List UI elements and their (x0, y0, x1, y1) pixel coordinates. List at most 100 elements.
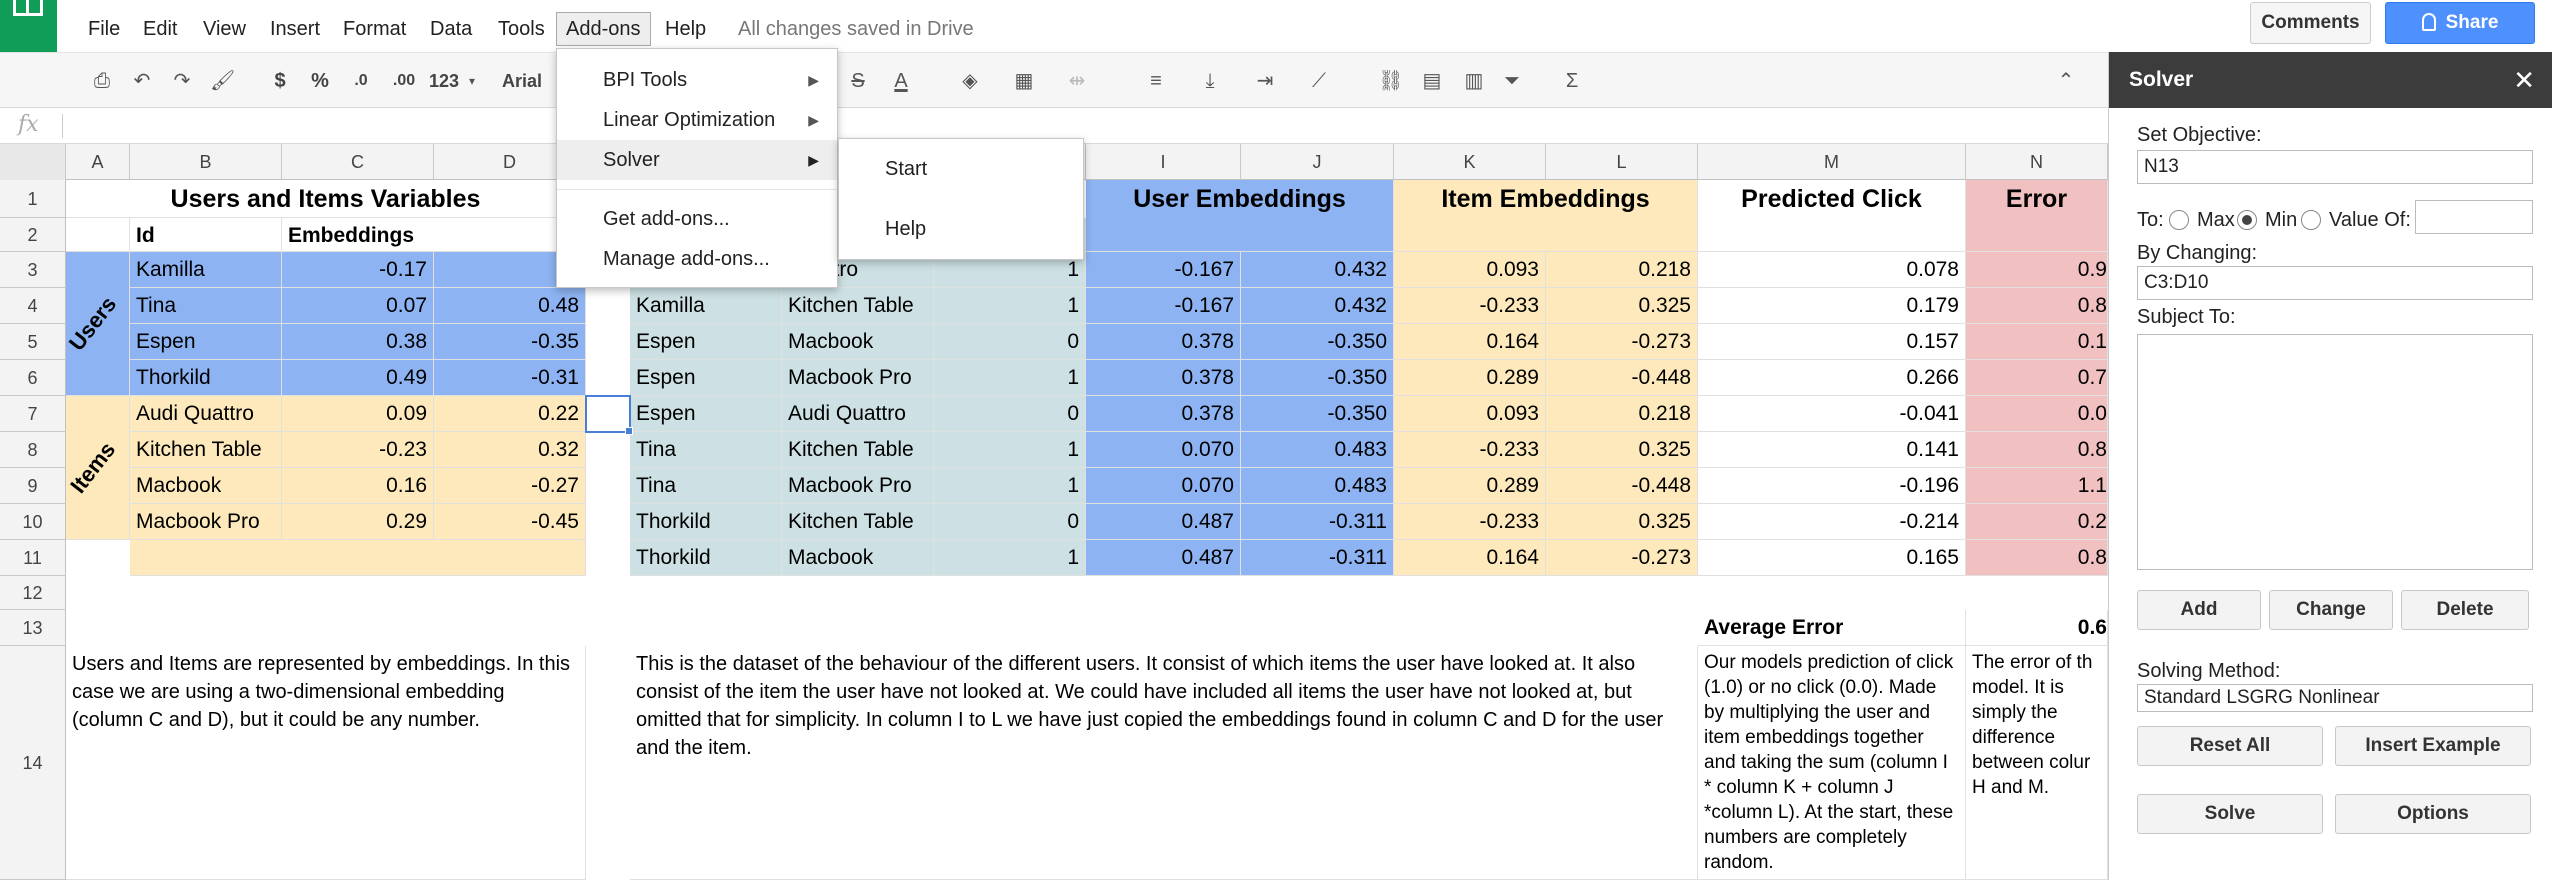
user-cell[interactable]: Thorkild (630, 540, 782, 576)
column-header[interactable]: C (282, 144, 434, 180)
item-embedding-l[interactable]: -0.273 (1546, 324, 1698, 360)
constraints-list[interactable] (2137, 334, 2533, 570)
user-embedding-c[interactable]: 0.07 (282, 288, 434, 324)
item-cell[interactable]: Kitchen Table (782, 288, 934, 324)
item-embedding-k[interactable]: 0.289 (1394, 360, 1546, 396)
menu-item-linear-optimization[interactable]: Linear Optimization ▶ (557, 100, 837, 140)
text-rotation-icon[interactable]: ⟋ (1306, 67, 1332, 95)
user-name-cell[interactable]: Espen (130, 324, 282, 360)
item-embedding-k[interactable]: 0.164 (1394, 324, 1546, 360)
user-cell[interactable]: Espen (630, 324, 782, 360)
user-embedding-j[interactable]: -0.311 (1241, 540, 1394, 576)
item-embedding-k[interactable]: -0.233 (1394, 504, 1546, 540)
user-embedding-c[interactable]: 0.49 (282, 360, 434, 396)
row-header[interactable]: 2 (0, 218, 66, 252)
item-cell[interactable]: Kitchen Table (782, 432, 934, 468)
predicted-click-cell[interactable]: 0.157 (1698, 324, 1966, 360)
predicted-click-cell[interactable]: 0.266 (1698, 360, 1966, 396)
item-embedding-k[interactable]: -0.233 (1394, 288, 1546, 324)
user-cell[interactable]: Tina (630, 432, 782, 468)
merge-cells-icon[interactable]: ⇹ (1062, 67, 1092, 95)
left-table-title[interactable]: Users and Items Variables (66, 180, 586, 218)
text-wrap-icon[interactable]: ⇥ (1252, 67, 1278, 95)
item-embedding-c[interactable]: 0.16 (282, 468, 434, 504)
reset-all-button[interactable]: Reset All (2137, 726, 2323, 766)
item-embedding-d[interactable]: -0.27 (434, 468, 586, 504)
user-cell[interactable]: Tina (630, 468, 782, 504)
item-embedding-k[interactable]: -0.233 (1394, 432, 1546, 468)
user-embedding-j[interactable]: -0.350 (1241, 324, 1394, 360)
item-embedding-d[interactable]: -0.45 (434, 504, 586, 540)
menu-item-manage-add-ons[interactable]: Manage add-ons... (557, 239, 837, 279)
prediction-description[interactable]: Our models prediction of click (1.0) or … (1698, 646, 1966, 880)
currency-format-button[interactable]: $ (270, 67, 290, 95)
menu-add-ons[interactable]: Add-ons (556, 12, 651, 46)
menu-tools[interactable]: Tools (494, 14, 549, 44)
click-cell[interactable]: 0 (934, 396, 1086, 432)
user-embedding-i[interactable]: -0.167 (1086, 252, 1241, 288)
cell[interactable] (66, 218, 130, 252)
user-cell[interactable]: Kamilla (630, 288, 782, 324)
click-cell[interactable]: 1 (934, 432, 1086, 468)
column-header[interactable]: M (1698, 144, 1966, 180)
change-constraint-button[interactable]: Change (2269, 590, 2393, 630)
max-radio[interactable] (2169, 210, 2189, 230)
fill-handle[interactable] (625, 427, 633, 435)
user-embeddings-header[interactable]: User Embeddings (1086, 180, 1394, 252)
error-cell[interactable]: 0.9 (1966, 252, 2108, 288)
item-name-cell[interactable]: Kitchen Table (130, 432, 282, 468)
user-cell[interactable]: Espen (630, 360, 782, 396)
row-header[interactable]: 11 (0, 540, 66, 576)
solving-method-select[interactable] (2137, 684, 2533, 712)
item-name-cell[interactable]: Audi Quattro (130, 396, 282, 432)
user-embedding-j[interactable]: 0.483 (1241, 432, 1394, 468)
strikethrough-icon[interactable]: S (848, 67, 868, 95)
row-header[interactable]: 4 (0, 288, 66, 324)
submenu-item-help[interactable]: Help (839, 207, 1083, 251)
decrease-decimal-button[interactable]: .0 (346, 67, 376, 95)
more-formats-button[interactable]: 123 (424, 67, 464, 95)
borders-icon[interactable]: ▦ (1012, 67, 1036, 95)
menu-item-solver[interactable]: Solver ▶ (557, 140, 837, 180)
user-embedding-j[interactable]: 0.432 (1241, 252, 1394, 288)
text-color-icon[interactable]: A (890, 67, 912, 95)
align-vertical-icon[interactable]: ⤓ (1198, 67, 1222, 95)
percent-format-button[interactable]: % (308, 67, 332, 95)
predicted-click-cell[interactable]: -0.214 (1698, 504, 1966, 540)
user-embedding-i[interactable]: 0.487 (1086, 504, 1241, 540)
item-cell[interactable]: Macbook (782, 324, 934, 360)
add-constraint-button[interactable]: Add (2137, 590, 2261, 630)
predicted-click-header[interactable]: Predicted Click (1698, 180, 1966, 252)
insert-comment-icon[interactable]: ▤ (1420, 67, 1444, 95)
error-cell[interactable]: 0.1 (1966, 324, 2108, 360)
close-icon[interactable]: ✕ (2513, 52, 2535, 108)
insert-link-icon[interactable]: ⛓ (1378, 67, 1404, 95)
item-cell[interactable]: Macbook (782, 540, 934, 576)
user-cell[interactable]: Thorkild (630, 504, 782, 540)
predicted-click-cell[interactable]: -0.041 (1698, 396, 1966, 432)
user-embedding-j[interactable]: 0.483 (1241, 468, 1394, 504)
print-icon[interactable]: ⎙ (90, 67, 114, 95)
cell[interactable] (130, 540, 586, 576)
insert-chart-icon[interactable]: ▥ (1462, 67, 1486, 95)
chevron-down-icon[interactable]: ▾ (466, 67, 478, 95)
item-embedding-l[interactable]: 0.218 (1546, 252, 1698, 288)
item-embedding-l[interactable]: 0.325 (1546, 288, 1698, 324)
item-name-cell[interactable]: Macbook (130, 468, 282, 504)
menu-item-bpi-tools[interactable]: BPI Tools ▶ (557, 60, 837, 100)
user-embedding-j[interactable]: -0.311 (1241, 504, 1394, 540)
sheets-logo-icon[interactable] (0, 0, 57, 52)
row-header[interactable]: 1 (0, 180, 66, 218)
row-header[interactable]: 9 (0, 468, 66, 504)
item-embedding-l[interactable]: -0.448 (1546, 360, 1698, 396)
font-family-select[interactable]: Arial (498, 67, 546, 95)
item-name-cell[interactable]: Macbook Pro (130, 504, 282, 540)
submenu-item-start[interactable]: Start (839, 147, 1083, 191)
column-header[interactable]: B (130, 144, 282, 180)
user-name-cell[interactable]: Thorkild (130, 360, 282, 396)
user-cell[interactable]: Espen (630, 396, 782, 432)
predicted-click-cell[interactable]: -0.196 (1698, 468, 1966, 504)
items-group-cell[interactable]: Items (66, 396, 130, 540)
paint-format-icon[interactable]: 🖌 (210, 67, 235, 95)
column-header[interactable]: J (1241, 144, 1394, 180)
